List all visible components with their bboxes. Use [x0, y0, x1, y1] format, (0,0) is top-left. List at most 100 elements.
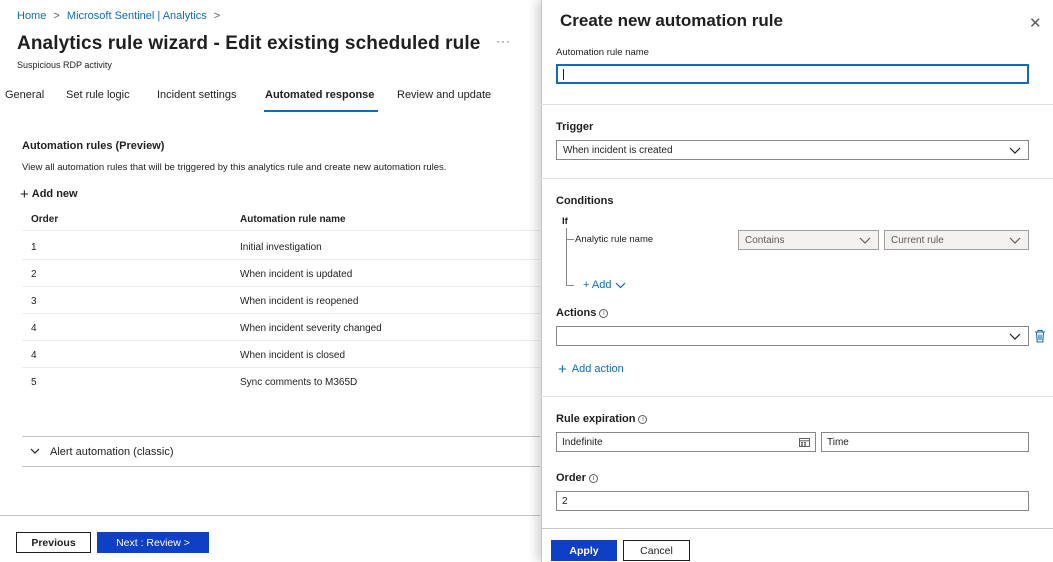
row-order: 5 [31, 377, 37, 388]
conditions-label-text: Conditions [556, 195, 614, 207]
column-header-rule-name: Automation rule name [240, 214, 346, 225]
table-header: Order Automation rule name [22, 209, 540, 231]
column-header-order: Order [31, 214, 59, 225]
condition-tree-line [566, 228, 567, 286]
chevron-down-icon [1009, 237, 1021, 244]
row-rule-name: When incident is closed [240, 350, 346, 361]
chevron-down-icon [859, 237, 871, 244]
row-order: 4 [31, 350, 37, 361]
if-label: If [562, 216, 568, 227]
table-row[interactable]: 5 Sync comments to M365D [22, 368, 540, 395]
condition-field: Analytic rule name [575, 234, 654, 245]
order-value: 2 [562, 495, 568, 507]
trigger-dropdown[interactable]: When incident is created [556, 140, 1029, 160]
info-icon[interactable]: i [638, 414, 648, 424]
breadcrumb-sentinel-analytics[interactable]: Microsoft Sentinel | Analytics [67, 10, 207, 22]
row-rule-name: Initial investigation [240, 242, 322, 253]
condition-tree-branch [566, 239, 574, 240]
tab-general[interactable]: General [5, 89, 44, 101]
order-label-text: Order [556, 472, 586, 484]
expiration-date-input[interactable]: Indefinite [556, 432, 816, 452]
table-row[interactable]: 4 When incident severity changed [22, 314, 540, 341]
automation-rules-title: Automation rules (Preview) [22, 140, 165, 152]
panel-footer-divider [541, 528, 1053, 529]
panel-title: Create new automation rule [560, 11, 783, 30]
actions-label: Actions i [556, 307, 609, 319]
actions-label-text: Actions [556, 307, 597, 319]
more-options-icon[interactable]: ··· [496, 34, 511, 48]
condition-value-dropdown[interactable]: Current rule [884, 230, 1029, 250]
condition-tree-branch [566, 285, 574, 286]
automation-rules-description: View all automation rules that will be t… [22, 162, 447, 173]
row-order: 4 [31, 323, 37, 334]
chevron-down-icon [1009, 147, 1021, 154]
add-condition-label: + Add [583, 279, 612, 291]
add-new-button[interactable]: + Add new [20, 185, 78, 203]
trash-icon[interactable] [1034, 329, 1046, 343]
table-row[interactable]: 2 When incident is updated [22, 260, 540, 287]
tab-incident-settings[interactable]: Incident settings [157, 89, 237, 101]
trigger-value: When incident is created [563, 144, 673, 156]
chevron-down-icon [30, 448, 40, 454]
breadcrumb-separator: > [213, 10, 221, 22]
add-new-label: Add new [31, 188, 78, 200]
info-icon[interactable]: i [599, 308, 609, 318]
condition-value: Current rule [891, 234, 944, 246]
rule-expiration-label-text: Rule expiration [556, 413, 636, 425]
footer-divider [0, 515, 540, 516]
active-tab-indicator [264, 110, 378, 112]
close-icon[interactable]: ✕ [1029, 14, 1042, 32]
page-title: Analytics rule wizard - Edit existing sc… [17, 33, 481, 54]
info-icon[interactable]: i [588, 473, 598, 483]
row-rule-name: When incident is reopened [240, 296, 359, 307]
section-divider [541, 178, 1053, 179]
breadcrumb-separator: > [53, 10, 60, 22]
order-input[interactable]: 2 [556, 491, 1029, 511]
rule-expiration-label: Rule expiration i [556, 413, 648, 425]
table-row[interactable]: 4 When incident is closed [22, 341, 540, 368]
plus-icon: + [20, 185, 29, 203]
section-divider [541, 104, 1053, 105]
add-action-label: Add action [571, 363, 624, 375]
conditions-label: Conditions [556, 195, 613, 207]
rule-name-label: Automation rule name [556, 47, 649, 58]
row-rule-name: Sync comments to M365D [240, 377, 358, 388]
chevron-down-icon [616, 282, 626, 288]
condition-operator-dropdown[interactable]: Contains [738, 230, 879, 250]
add-action-button[interactable]: + Add action [558, 360, 624, 378]
expiration-time-value: Time [827, 436, 849, 448]
table-row[interactable]: 3 When incident is reopened [22, 287, 540, 314]
next-review-button[interactable]: Next : Review > [97, 532, 209, 553]
actions-dropdown[interactable] [556, 326, 1029, 346]
tab-set-rule-logic[interactable]: Set rule logic [66, 89, 130, 101]
row-rule-name: When incident severity changed [240, 323, 382, 334]
calendar-icon[interactable] [799, 437, 810, 447]
row-rule-name: When incident is updated [240, 269, 353, 280]
add-condition-button[interactable]: + Add [583, 279, 626, 291]
plus-icon: + [558, 360, 567, 378]
page-subtitle: Suspicious RDP activity [17, 60, 112, 70]
trigger-label-text: Trigger [556, 121, 594, 133]
row-order: 3 [31, 296, 37, 307]
alert-automation-expander[interactable]: Alert automation (classic) [22, 436, 540, 467]
order-label: Order i [556, 472, 598, 484]
trigger-label: Trigger [556, 121, 593, 133]
rule-name-input[interactable] [556, 64, 1029, 84]
tab-automated-response[interactable]: Automated response [265, 89, 374, 101]
alert-automation-label: Alert automation (classic) [50, 445, 174, 458]
text-cursor [563, 68, 564, 80]
apply-button[interactable]: Apply [551, 540, 617, 561]
breadcrumb-home[interactable]: Home [17, 10, 46, 22]
expiration-time-input[interactable]: Time [821, 432, 1029, 452]
expiration-date-value: Indefinite [562, 436, 603, 448]
row-order: 2 [31, 269, 37, 280]
chevron-down-icon [1009, 333, 1021, 340]
previous-button[interactable]: Previous [16, 532, 91, 553]
table-row[interactable]: 1 Initial investigation [22, 233, 540, 260]
cancel-button[interactable]: Cancel [623, 540, 690, 561]
section-divider [541, 396, 1053, 397]
condition-operator-value: Contains [745, 234, 785, 246]
row-order: 1 [31, 242, 37, 253]
breadcrumb: Home > Microsoft Sentinel | Analytics > [17, 10, 224, 22]
tab-review-and-update[interactable]: Review and update [397, 89, 491, 101]
